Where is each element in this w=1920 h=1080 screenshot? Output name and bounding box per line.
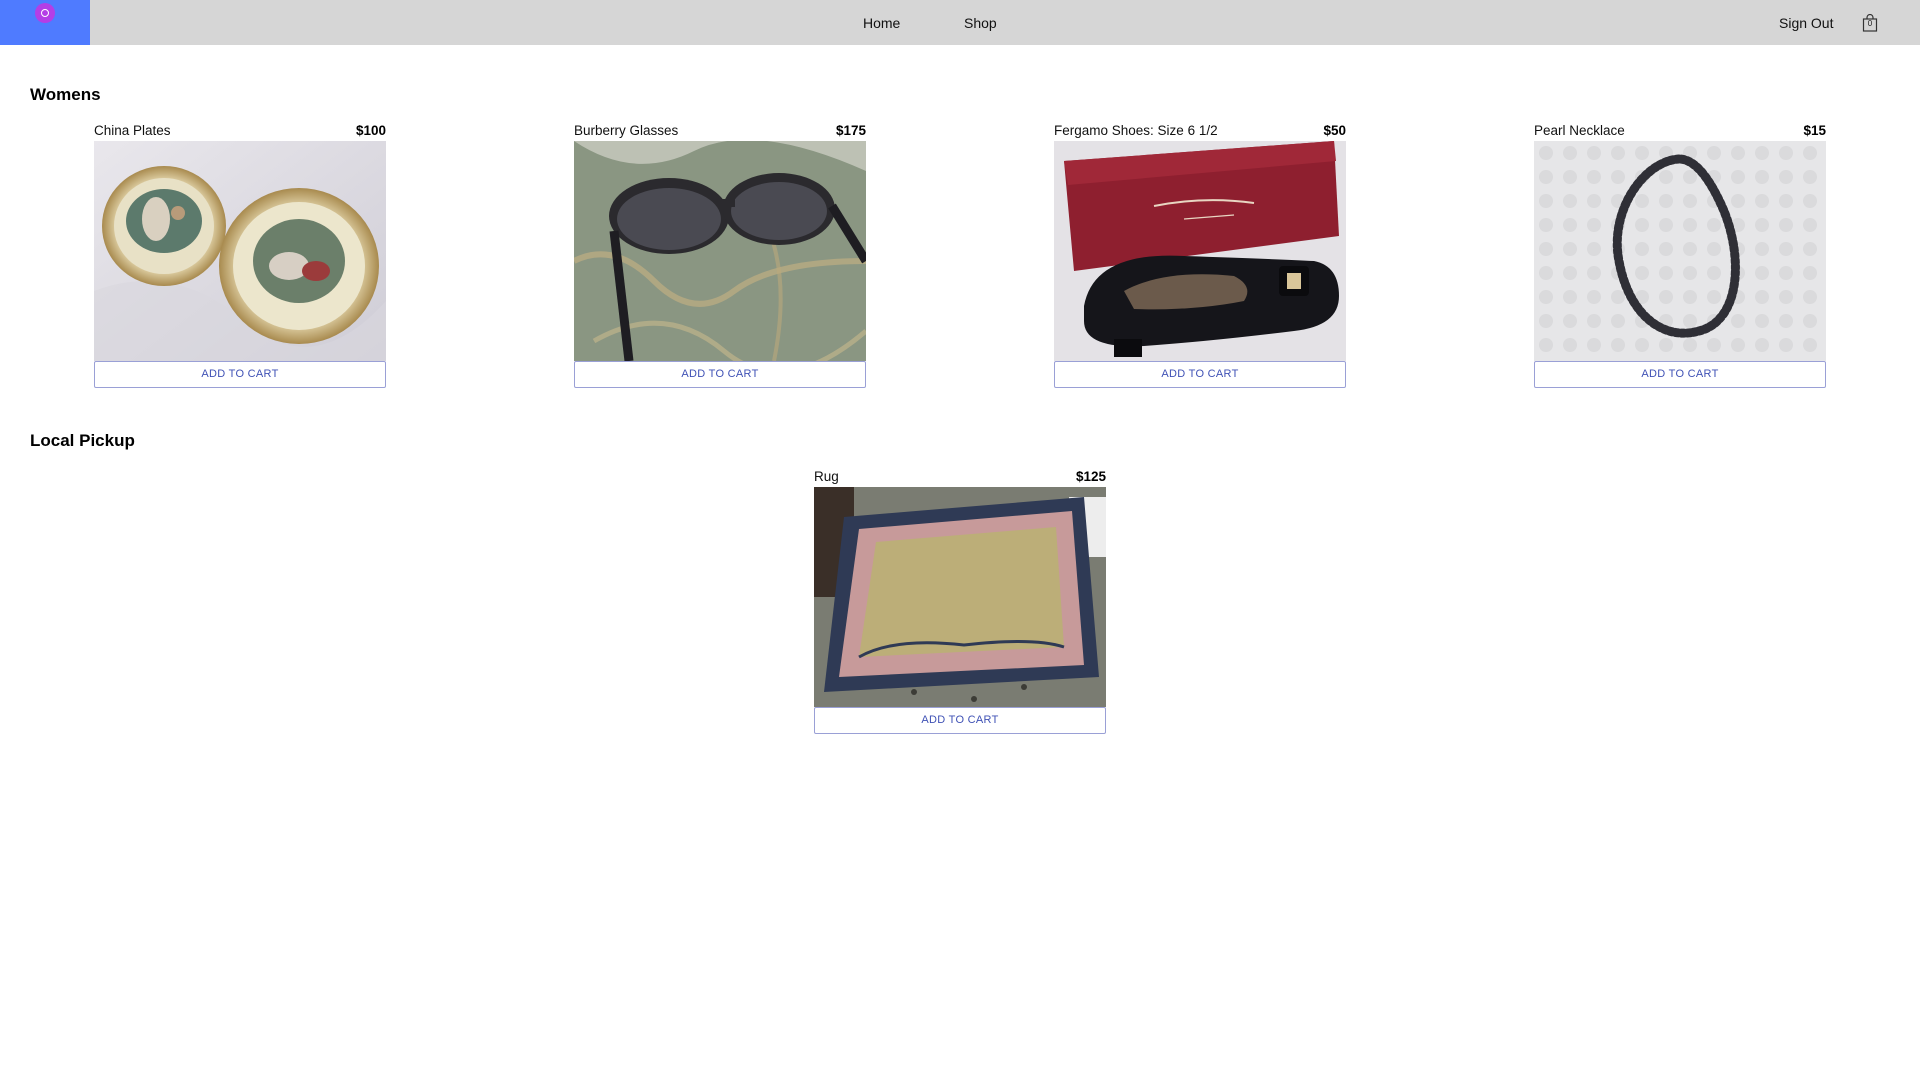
product-card: Rug $125 ADD TO CART bbox=[814, 469, 1106, 734]
add-to-cart-button[interactable]: ADD TO CART bbox=[94, 361, 386, 388]
add-to-cart-button[interactable]: ADD TO CART bbox=[1054, 361, 1346, 388]
logo-icon bbox=[35, 3, 55, 23]
top-navbar: Home Shop Sign Out 0 bbox=[0, 0, 1920, 45]
china-plates-image[interactable] bbox=[94, 141, 386, 361]
product-price: $125 bbox=[1075, 469, 1106, 484]
product-name: China Plates bbox=[94, 123, 171, 138]
product-name: Rug bbox=[814, 469, 839, 484]
product-card: Pearl Necklace $15 ADD TO CART bbox=[1534, 123, 1826, 388]
sign-out-link[interactable]: Sign Out bbox=[1779, 15, 1833, 31]
sunglasses-image[interactable] bbox=[574, 141, 866, 361]
product-price: $50 bbox=[1323, 123, 1346, 138]
nav-shop-link[interactable]: Shop bbox=[964, 15, 997, 31]
product-price: $175 bbox=[835, 123, 866, 138]
product-name: Pearl Necklace bbox=[1534, 123, 1625, 138]
add-to-cart-button[interactable]: ADD TO CART bbox=[574, 361, 866, 388]
product-card: China Plates $100 ADD TO CART bbox=[94, 123, 386, 388]
necklace-image[interactable] bbox=[1534, 141, 1826, 361]
shoes-image[interactable] bbox=[1054, 141, 1346, 361]
section-title-womens: Womens bbox=[30, 85, 101, 104]
rug-image[interactable] bbox=[814, 487, 1106, 707]
product-price: $100 bbox=[355, 123, 386, 138]
product-card: Fergamo Shoes: Size 6 1/2 $50 ADD TO CAR… bbox=[1054, 123, 1346, 388]
shopping-bag-icon[interactable]: 0 bbox=[1862, 13, 1878, 32]
product-name: Burberry Glasses bbox=[574, 123, 679, 138]
product-name: Fergamo Shoes: Size 6 1/2 bbox=[1054, 123, 1218, 138]
product-price: $15 bbox=[1803, 123, 1826, 138]
brand-logo[interactable] bbox=[0, 0, 90, 45]
nav-home-link[interactable]: Home bbox=[863, 15, 900, 31]
cart-count-badge: 0 bbox=[1867, 19, 1873, 28]
section-title-local-pickup: Local Pickup bbox=[30, 431, 135, 450]
add-to-cart-button[interactable]: ADD TO CART bbox=[814, 707, 1106, 734]
add-to-cart-button[interactable]: ADD TO CART bbox=[1534, 361, 1826, 388]
product-card: Burberry Glasses $175 ADD TO CART bbox=[574, 123, 866, 388]
